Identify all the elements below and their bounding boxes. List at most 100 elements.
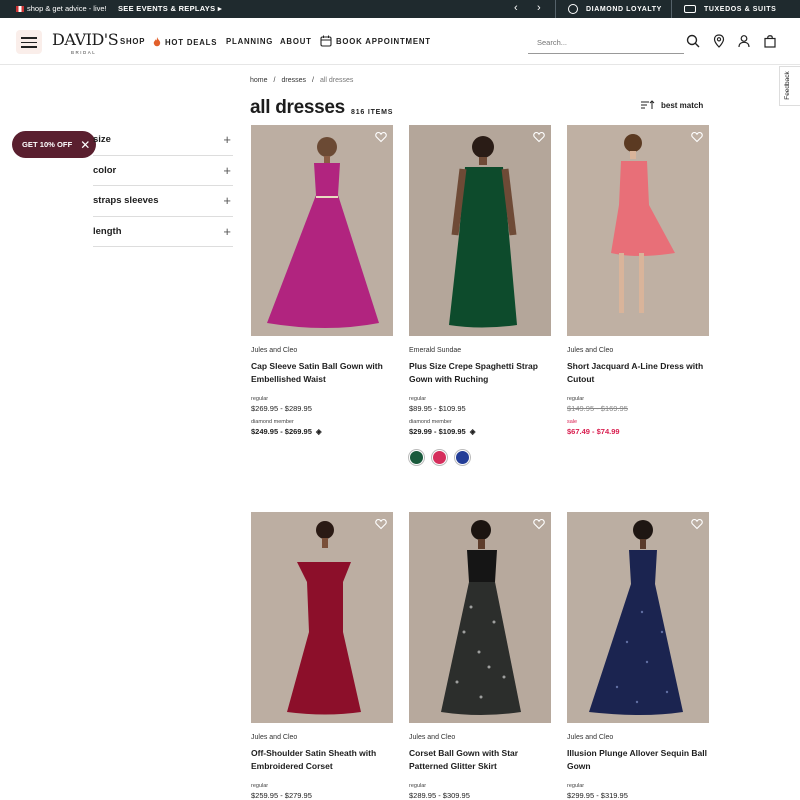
product-brand: Jules and Cleo — [251, 347, 298, 354]
shopping-bag-icon[interactable] — [763, 34, 777, 48]
live-shopping-promo[interactable]: shop & get advice - live! — [16, 4, 107, 13]
announcement-prev-icon[interactable]: ‹ — [514, 2, 518, 14]
breadcrumb: home / dresses / all dresses — [250, 77, 353, 84]
regular-price-label: regular — [409, 783, 427, 789]
flame-icon — [153, 37, 161, 47]
nav-hot-deals[interactable]: HOT DEALS — [153, 37, 217, 47]
sort-dropdown[interactable]: best match — [641, 100, 703, 110]
product-name[interactable]: Corset Ball Gown with Star Patterned Gli… — [409, 747, 551, 773]
color-swatch[interactable] — [455, 450, 470, 465]
regular-price: $89.95 - $109.95 — [409, 404, 466, 413]
plus-icon: + — [223, 223, 231, 239]
product-image[interactable] — [409, 125, 551, 336]
discount-promo-pill[interactable]: GET 10% OFF ✕ — [12, 131, 96, 158]
nav-shop-label: SHOP — [120, 37, 146, 46]
search-input[interactable] — [528, 32, 668, 53]
search-icon[interactable] — [686, 34, 700, 48]
regular-price: $299.95 - $319.95 — [567, 791, 628, 800]
product-brand: Jules and Cleo — [567, 347, 614, 354]
nav-planning[interactable]: PLANNING — [226, 37, 273, 46]
filter-sidebar: size + color + straps sleeves + length + — [93, 125, 233, 247]
filter-label: straps sleeves — [93, 195, 159, 207]
see-events-link[interactable]: SEE EVENTS & REPLAYS ▸ — [118, 4, 222, 13]
caret-right-icon: ▸ — [217, 4, 222, 13]
product-card[interactable]: Jules and Cleo Off-Shoulder Satin Sheath… — [251, 512, 393, 800]
product-image[interactable] — [409, 512, 551, 723]
filter-straps-sleeves[interactable]: straps sleeves + — [93, 186, 233, 217]
sale-price-value: $67.49 - $74.99 — [567, 427, 620, 436]
filter-label: color — [93, 164, 117, 176]
nav-shop[interactable]: SHOP — [120, 37, 145, 46]
product-brand: Jules and Cleo — [567, 734, 614, 741]
product-image[interactable] — [567, 125, 709, 336]
product-name[interactable]: Cap Sleeve Satin Ball Gown with Embellis… — [251, 360, 393, 386]
product-name[interactable]: Off-Shoulder Satin Sheath with Embroider… — [251, 747, 393, 773]
nav-about[interactable]: ABOUT — [280, 37, 312, 46]
breadcrumb-separator: / — [311, 77, 314, 84]
member-price-value: $29.99 - $109.95 — [409, 427, 466, 436]
filter-length[interactable]: length + — [93, 217, 233, 247]
member-price-label: diamond member — [409, 419, 452, 425]
regular-price-label: regular — [251, 396, 269, 402]
heart-icon[interactable] — [375, 518, 387, 530]
location-pin-icon[interactable] — [712, 34, 726, 48]
product-card[interactable]: Jules and Cleo Illusion Plunge Allover S… — [567, 512, 709, 800]
item-count: 816 ITEMS — [351, 109, 394, 116]
search-field[interactable] — [528, 32, 684, 54]
heart-icon[interactable] — [691, 131, 703, 143]
site-logo[interactable]: DAVID'S — [52, 30, 119, 49]
site-header: DAVID'S BRIDAL SHOP HOT DEALS PLANNING A… — [0, 18, 800, 65]
filter-color[interactable]: color + — [93, 156, 233, 186]
menu-button[interactable] — [16, 30, 42, 54]
product-brand: Emerald Sundae — [409, 347, 462, 354]
regular-price: $289.95 - $309.95 — [409, 791, 470, 800]
model-figure — [409, 125, 551, 336]
account-icon[interactable] — [737, 34, 751, 48]
announcement-next-icon[interactable]: › — [537, 2, 541, 14]
regular-price: $149.95 - $169.95 — [567, 404, 628, 413]
regular-price: $259.95 - $279.95 — [251, 791, 312, 800]
product-card[interactable]: Jules and Cleo Cap Sleeve Satin Ball Gow… — [251, 125, 393, 436]
close-icon[interactable]: ✕ — [80, 138, 90, 152]
product-card[interactable]: Jules and Cleo Short Jacquard A-Line Dre… — [567, 125, 709, 436]
diamond-loyalty-icon — [568, 4, 578, 14]
product-name[interactable]: Illusion Plunge Allover Sequin Ball Gown — [567, 747, 709, 773]
product-card[interactable]: Jules and Cleo Corset Ball Gown with Sta… — [409, 512, 551, 800]
product-card[interactable]: Emerald Sundae Plus Size Crepe Spaghetti… — [409, 125, 551, 465]
top-announcement-bar: shop & get advice - live! SEE EVENTS & R… — [0, 0, 800, 18]
product-brand: Jules and Cleo — [251, 734, 298, 741]
color-swatch[interactable] — [409, 450, 424, 465]
breadcrumb-separator: / — [273, 77, 276, 84]
member-price: $249.95 - $269.95 ◈ — [251, 427, 393, 436]
product-name[interactable]: Short Jacquard A-Line Dress with Cutout — [567, 360, 709, 386]
product-image[interactable] — [567, 512, 709, 723]
live-shopping-text: shop & get advice - live! — [27, 4, 107, 13]
feedback-tab[interactable]: Feedback — [779, 66, 800, 106]
tuxedos-suits-link[interactable]: TUXEDOS & SUITS — [671, 0, 800, 18]
product-name[interactable]: Plus Size Crepe Spaghetti Strap Gown wit… — [409, 360, 551, 386]
heart-icon[interactable] — [533, 131, 545, 143]
color-swatch[interactable] — [432, 450, 447, 465]
filter-size[interactable]: size + — [93, 125, 233, 156]
product-image[interactable] — [251, 125, 393, 336]
model-figure — [251, 512, 393, 723]
regular-price-label: regular — [251, 783, 269, 789]
nav-book-appointment[interactable]: BOOK APPOINTMENT — [320, 35, 431, 47]
sale-price-label: sale — [567, 419, 578, 425]
member-price-label: diamond member — [251, 419, 294, 425]
heart-icon[interactable] — [375, 131, 387, 143]
discount-promo-label: GET 10% OFF — [22, 140, 73, 149]
product-image[interactable] — [251, 512, 393, 723]
product-brand: Jules and Cleo — [409, 734, 456, 741]
breadcrumb-home[interactable]: home — [250, 77, 268, 84]
breadcrumb-dresses[interactable]: dresses — [281, 77, 306, 84]
color-swatches — [409, 450, 551, 465]
plus-icon: + — [223, 193, 231, 209]
diamond-loyalty-link[interactable]: DIAMOND LOYALTY — [555, 0, 671, 18]
regular-price-label: regular — [567, 396, 585, 402]
heart-icon[interactable] — [533, 518, 545, 530]
heart-icon[interactable] — [691, 518, 703, 530]
diamond-icon: ◈ — [469, 427, 476, 436]
sort-icon — [641, 100, 655, 109]
nav-planning-label: PLANNING — [226, 37, 274, 46]
